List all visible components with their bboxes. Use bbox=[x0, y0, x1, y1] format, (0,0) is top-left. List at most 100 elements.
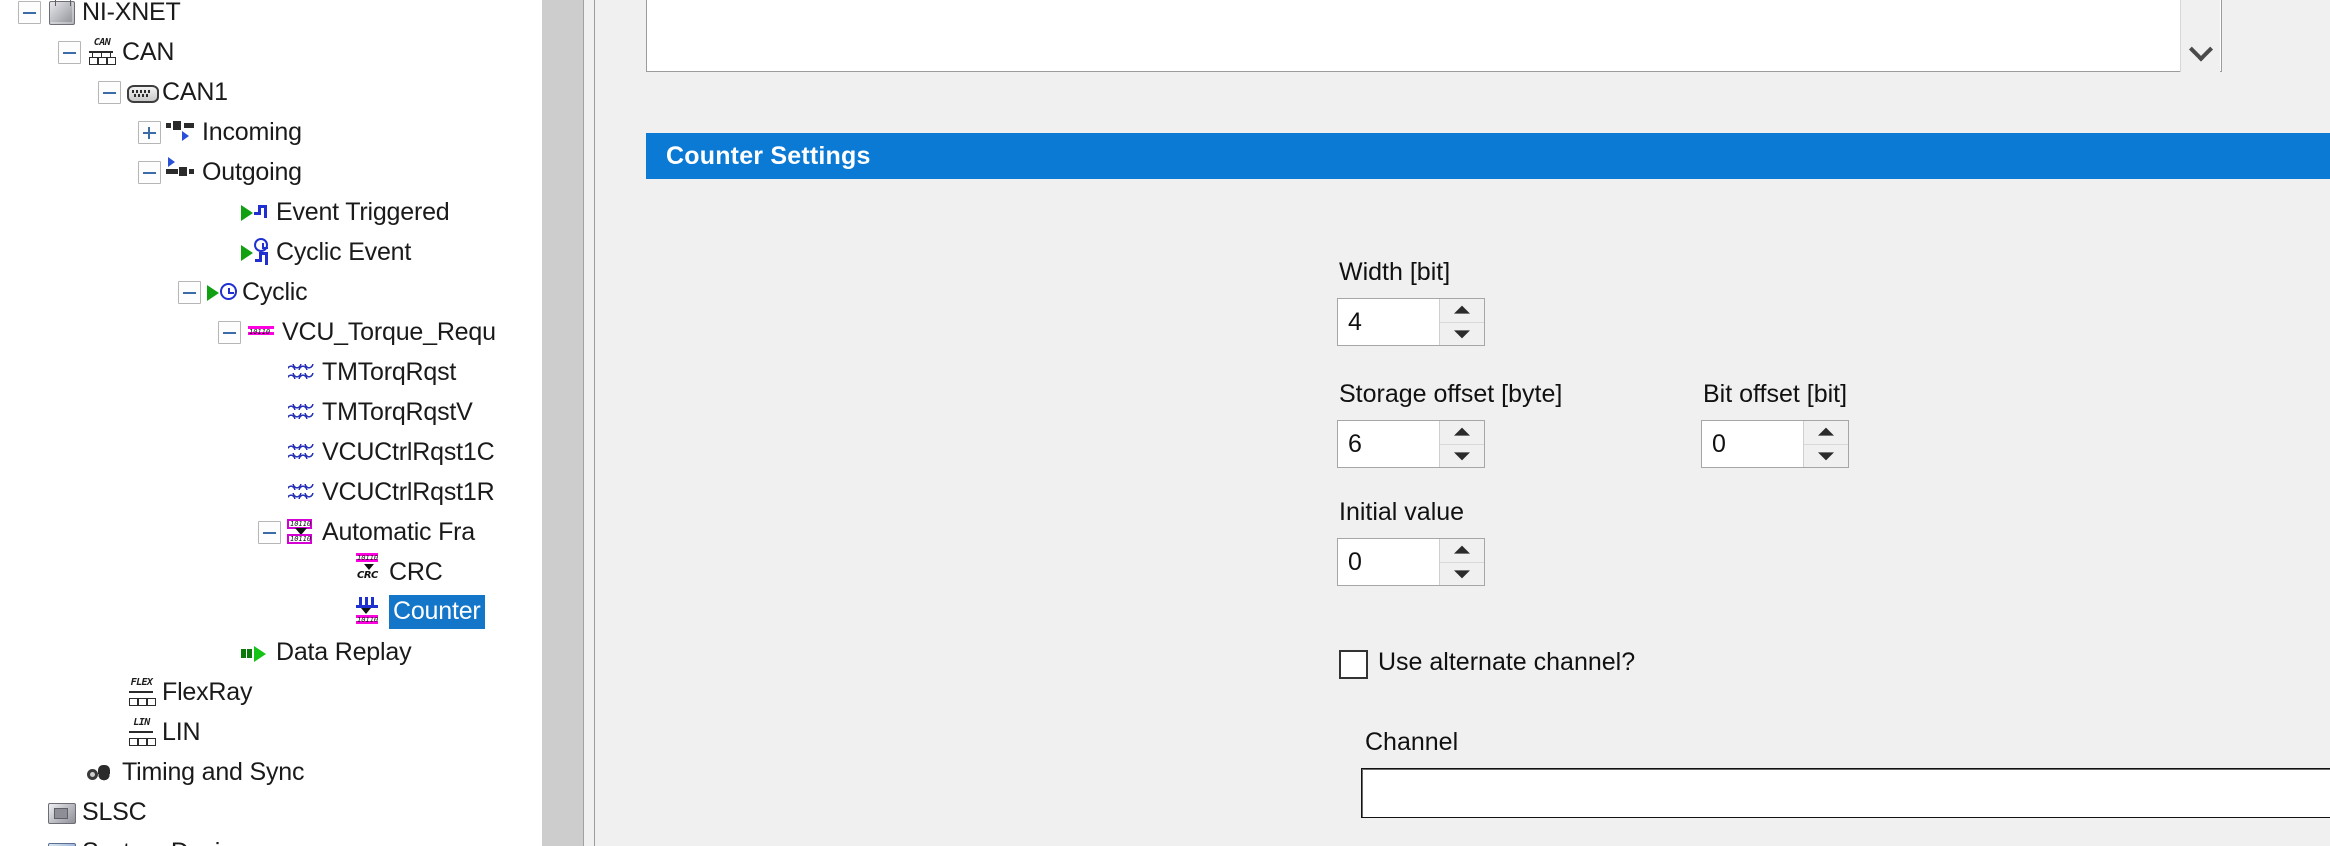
comment-textbox[interactable] bbox=[646, 0, 2222, 72]
tree-item-timing-and-sync[interactable]: Timing and Sync bbox=[58, 752, 304, 792]
comment-textbox-scrollbar[interactable] bbox=[2180, 0, 2220, 72]
tree-item-slsc[interactable]: SLSC bbox=[18, 792, 147, 832]
expander-none bbox=[98, 721, 121, 744]
width-stepper[interactable]: 4 bbox=[1337, 298, 1485, 346]
tree-item-label: CAN1 bbox=[162, 78, 228, 106]
tree-vertical-scrollbar[interactable] bbox=[542, 0, 583, 846]
expander-none bbox=[58, 761, 81, 784]
tree-item-lin[interactable]: LIN LIN bbox=[98, 712, 201, 752]
outgoing-icon bbox=[166, 157, 196, 187]
initial-value-label: Initial value bbox=[1339, 498, 1465, 526]
expander-minus-icon[interactable] bbox=[258, 520, 281, 544]
signal-icon bbox=[286, 437, 316, 467]
tree-item-label: Automatic Fra bbox=[322, 518, 476, 546]
tree-item-label: CAN bbox=[122, 38, 175, 66]
bit-offset-decrement-button[interactable] bbox=[1804, 444, 1848, 467]
expander-minus-icon[interactable] bbox=[178, 280, 201, 304]
chevron-down-icon[interactable] bbox=[2188, 37, 2213, 62]
tree-item-label: NI-XNET bbox=[82, 0, 181, 26]
initial-value-spin-buttons[interactable] bbox=[1439, 539, 1484, 585]
can-bus-icon: CAN bbox=[86, 37, 116, 67]
signal-icon bbox=[286, 477, 316, 507]
settings-panel: Counter Settings Width [bit] 4 Storage o… bbox=[595, 0, 2330, 846]
tree-item-label: Timing and Sync bbox=[122, 758, 305, 786]
expander-none bbox=[258, 361, 281, 384]
initial-value-decrement-button[interactable] bbox=[1440, 562, 1484, 585]
expander-none bbox=[325, 601, 348, 624]
tree-item-label: VCUCtrlRqst1R bbox=[322, 478, 495, 506]
counter-icon: 10110 bbox=[353, 597, 383, 627]
tree-item-data-replay[interactable]: Data Replay bbox=[212, 632, 412, 672]
tree-item-label: CRC bbox=[389, 558, 443, 586]
expander-minus-icon[interactable] bbox=[218, 320, 241, 344]
tree-item-signal-tmtorqrqst[interactable]: TMTorqRqst bbox=[258, 352, 456, 392]
expander-none bbox=[212, 241, 235, 264]
data-replay-icon bbox=[240, 637, 270, 667]
bit-offset-value[interactable]: 0 bbox=[1702, 421, 1803, 467]
counter-settings-header: Counter Settings bbox=[646, 133, 2330, 179]
tree-item-label: VCU_Torque_Requ bbox=[282, 318, 496, 346]
expander-minus-icon[interactable] bbox=[58, 40, 81, 64]
tree-item-can[interactable]: CAN CAN bbox=[58, 32, 174, 72]
tree-item-signal-vcuctrlrqst1c[interactable]: VCUCtrlRqst1C bbox=[258, 432, 495, 472]
expander-none bbox=[258, 441, 281, 464]
incoming-icon bbox=[166, 117, 196, 147]
use-alternate-channel-checkbox[interactable] bbox=[1339, 650, 1368, 679]
initial-value-increment-button[interactable] bbox=[1440, 539, 1484, 563]
tree-item-frame-vcu-torque-request[interactable]: VCU_Torque_Requ bbox=[218, 312, 496, 352]
initial-value-stepper[interactable]: 0 bbox=[1337, 538, 1485, 586]
channel-input[interactable] bbox=[1361, 768, 2330, 818]
tree-item-can1[interactable]: CAN1 bbox=[98, 72, 228, 112]
lin-icon: LIN bbox=[126, 717, 156, 747]
tree-item-system-devices[interactable]: System Devices bbox=[18, 832, 259, 846]
network-icon bbox=[46, 0, 76, 27]
tree-item-cyclic-event[interactable]: Cyclic Event bbox=[212, 232, 411, 272]
event-triggered-icon bbox=[240, 197, 270, 227]
storage-offset-spin-buttons[interactable] bbox=[1439, 421, 1484, 467]
device-tree-panel[interactable]: NI-XNET CAN CAN CAN1 Incoming Outgoing E… bbox=[0, 0, 542, 846]
expander-minus-icon[interactable] bbox=[138, 160, 161, 184]
tree-item-crc[interactable]: 10110 CRC CRC bbox=[325, 552, 443, 592]
timing-sync-icon bbox=[86, 757, 116, 787]
width-decrement-button[interactable] bbox=[1440, 322, 1484, 345]
bit-offset-label: Bit offset [bit] bbox=[1703, 380, 1848, 408]
expander-minus-icon[interactable] bbox=[18, 0, 41, 24]
tree-item-label: VCUCtrlRqst1C bbox=[322, 438, 495, 466]
panel-splitter[interactable] bbox=[583, 0, 595, 846]
tree-item-label: System Devices bbox=[82, 837, 259, 846]
storage-offset-increment-button[interactable] bbox=[1440, 421, 1484, 445]
width-spin-buttons[interactable] bbox=[1439, 299, 1484, 345]
tree-item-cyclic[interactable]: Cyclic bbox=[178, 272, 308, 312]
expander-minus-icon[interactable] bbox=[98, 80, 121, 104]
tree-item-automatic-frames[interactable]: 10110 10110 Automatic Fra bbox=[258, 512, 475, 552]
tree-item-flexray[interactable]: FLEX FlexRay bbox=[98, 672, 252, 712]
expander-none bbox=[212, 201, 235, 224]
tree-item-label: SLSC bbox=[82, 798, 147, 826]
tree-item-ni-xnet[interactable]: NI-XNET bbox=[18, 0, 181, 32]
tree-item-event-triggered[interactable]: Event Triggered bbox=[212, 192, 450, 232]
storage-offset-decrement-button[interactable] bbox=[1440, 444, 1484, 467]
tree-item-counter[interactable]: 10110 Counter bbox=[325, 592, 485, 632]
channel-label: Channel bbox=[1365, 728, 1459, 756]
width-increment-button[interactable] bbox=[1440, 299, 1484, 323]
system-devices-icon bbox=[46, 837, 76, 846]
tree-item-label: LIN bbox=[162, 718, 201, 746]
expander-none bbox=[258, 401, 281, 424]
expander-plus-icon[interactable] bbox=[138, 120, 161, 144]
expander-none bbox=[98, 681, 121, 704]
initial-value-value[interactable]: 0 bbox=[1338, 539, 1439, 585]
bit-offset-stepper[interactable]: 0 bbox=[1701, 420, 1849, 468]
width-value[interactable]: 4 bbox=[1338, 299, 1439, 345]
storage-offset-value[interactable]: 6 bbox=[1338, 421, 1439, 467]
tree-item-label: Event Triggered bbox=[276, 198, 450, 226]
storage-offset-stepper[interactable]: 6 bbox=[1337, 420, 1485, 468]
tree-item-incoming[interactable]: Incoming bbox=[138, 112, 302, 152]
bit-offset-increment-button[interactable] bbox=[1804, 421, 1848, 445]
tree-item-label: TMTorqRqstV bbox=[322, 398, 473, 426]
bit-offset-spin-buttons[interactable] bbox=[1803, 421, 1848, 467]
tree-item-signal-tmtorqrqstv[interactable]: TMTorqRqstV bbox=[258, 392, 473, 432]
use-alternate-channel-label[interactable]: Use alternate channel? bbox=[1378, 648, 1635, 677]
tree-item-outgoing[interactable]: Outgoing bbox=[138, 152, 302, 192]
tree-item-signal-vcuctrlrqst1r[interactable]: VCUCtrlRqst1R bbox=[258, 472, 495, 512]
tree-item-label: Data Replay bbox=[276, 638, 412, 666]
